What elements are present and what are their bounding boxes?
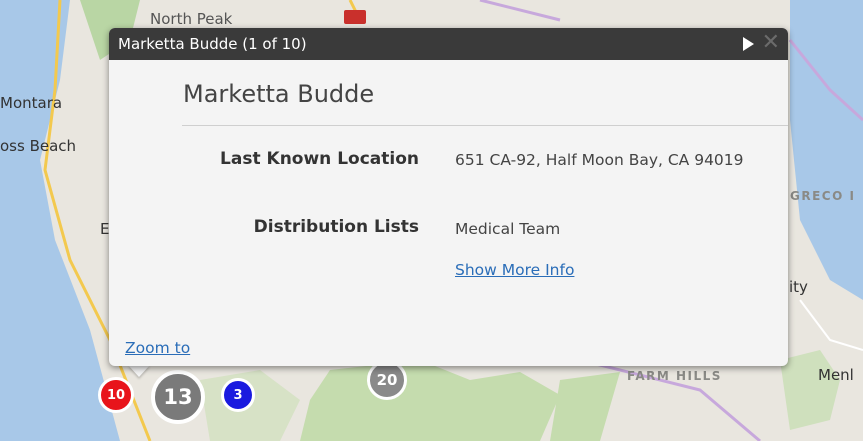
cluster-count: 10 bbox=[106, 387, 126, 403]
location-value: 651 CA-92, Half Moon Bay, CA 94019 bbox=[455, 151, 744, 169]
cluster-count: 3 bbox=[233, 387, 243, 403]
location-label: Last Known Location bbox=[220, 149, 419, 169]
map-cluster-marker[interactable]: 13 bbox=[151, 370, 205, 424]
divider bbox=[182, 125, 788, 126]
next-record-icon[interactable] bbox=[743, 37, 754, 51]
close-icon[interactable]: ✕ bbox=[762, 31, 780, 55]
popup-header: Marketta Budde (1 of 10) ✕ bbox=[109, 28, 788, 60]
map-label-north-peak: North Peak bbox=[150, 10, 233, 28]
popup-pointer bbox=[128, 365, 150, 377]
map-label-montara: Montara bbox=[0, 94, 63, 112]
person-name: Marketta Budde bbox=[183, 80, 375, 108]
map-cluster-marker[interactable]: 3 bbox=[221, 378, 255, 412]
map-label-greco: GRECO I bbox=[790, 189, 856, 203]
map-cluster-marker[interactable]: 10 bbox=[98, 377, 134, 413]
map-label-menlo: Menl bbox=[818, 366, 854, 384]
map-cluster-marker[interactable]: 20 bbox=[367, 360, 407, 400]
map-label-city: ity bbox=[789, 278, 808, 296]
zoom-to-link[interactable]: Zoom to bbox=[125, 339, 190, 357]
show-more-info-link[interactable]: Show More Info bbox=[455, 261, 574, 279]
distribution-lists-label: Distribution Lists bbox=[253, 217, 419, 237]
map-label-moss-beach: oss Beach bbox=[0, 137, 77, 155]
popup-title: Marketta Budde (1 of 10) bbox=[118, 35, 307, 53]
map-label-farm-hills: FARM HILLS bbox=[627, 369, 722, 383]
info-popup: Marketta Budde (1 of 10) ✕ Marketta Budd… bbox=[109, 28, 788, 366]
cluster-count: 13 bbox=[163, 385, 193, 409]
distribution-lists-value: Medical Team bbox=[455, 220, 561, 238]
cluster-count: 20 bbox=[376, 371, 398, 389]
